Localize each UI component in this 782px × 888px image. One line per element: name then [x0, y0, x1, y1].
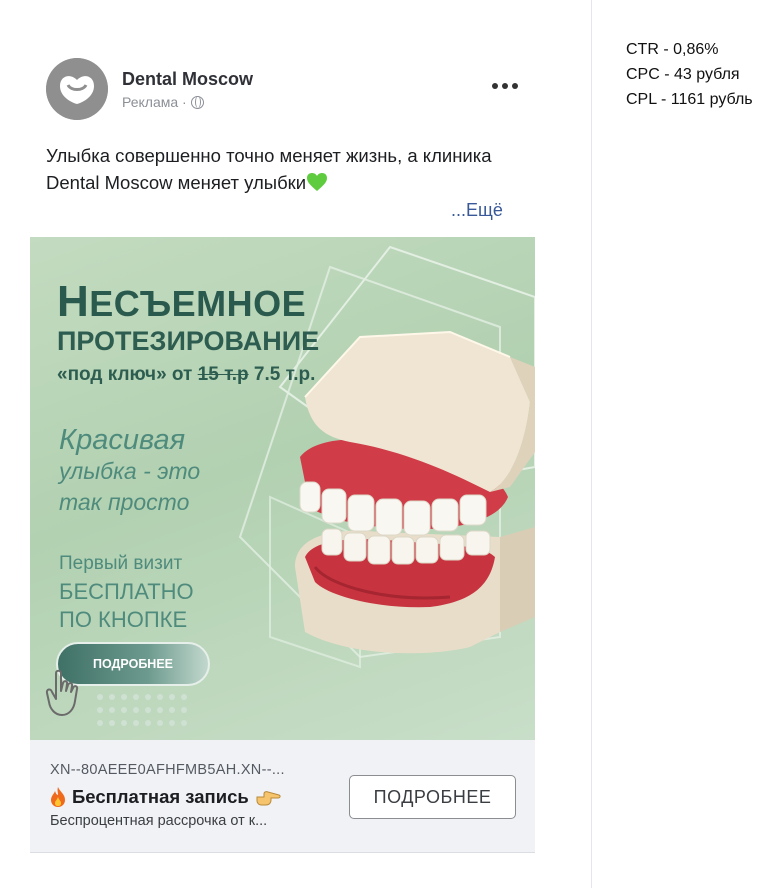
learn-more-button[interactable]: ПОДРОБНЕЕ	[349, 775, 516, 819]
creative-offer: «под ключ» от 15 т.р 7.5 т.р.	[57, 364, 316, 385]
campaign-metrics: CTR - 0,86% CPC - 43 рубля CPL - 1161 ру…	[626, 37, 753, 112]
more-options-icon[interactable]	[488, 76, 522, 96]
cpl-metric: CPL - 1161 рубль	[626, 91, 753, 108]
creative-headline-line2: ПРОТЕЗИРОВАНИЕ	[57, 326, 320, 356]
old-price: 15 т.р	[197, 364, 249, 385]
pointing-hand-icon	[45, 669, 79, 716]
ad-description: Беспроцентная рассрочка от к...	[50, 813, 268, 829]
ad-domain: XN--80AEEE0AFHFMB5AH.XN--...	[50, 762, 285, 778]
creative-tagline: Красивая улыбка - это так просто	[59, 424, 201, 516]
panel-divider	[591, 0, 592, 888]
creative-headline: НЕСЪЕМНОЕ	[57, 277, 307, 326]
globe-icon	[190, 95, 204, 109]
see-more-link[interactable]: ...Ещё	[451, 200, 503, 221]
ad-headline: Бесплатная запись	[50, 786, 281, 808]
page-name[interactable]: Dental Moscow	[122, 69, 253, 90]
sponsored-label: Реклама ·	[122, 94, 204, 110]
post-text: Улыбка совершенно точно меняет жизнь, а …	[46, 145, 492, 193]
page-avatar[interactable]	[46, 58, 108, 120]
ad-footer[interactable]: XN--80AEEE0AFHFMB5AH.XN--... Бесплатная …	[30, 740, 535, 853]
creative-free-visit: Первый визит БЕСПЛАТНО ПО КНОПКЕ	[59, 553, 194, 632]
ad-post: Dental Moscow Реклама · Улыбка совершенн…	[30, 40, 535, 853]
fire-icon	[51, 787, 65, 807]
ad-creative-image[interactable]: НЕСЪЕМНОЕ ПРОТЕЗИРОВАНИЕ «под ключ» от 1…	[30, 237, 535, 740]
pointing-hand-emoji-icon	[256, 791, 281, 806]
cpc-metric: CPC - 43 рубля	[626, 66, 740, 83]
green-heart-icon	[307, 173, 328, 191]
ctr-metric: CTR - 0,86%	[626, 41, 719, 58]
new-price: 7.5 т.р.	[253, 364, 316, 385]
